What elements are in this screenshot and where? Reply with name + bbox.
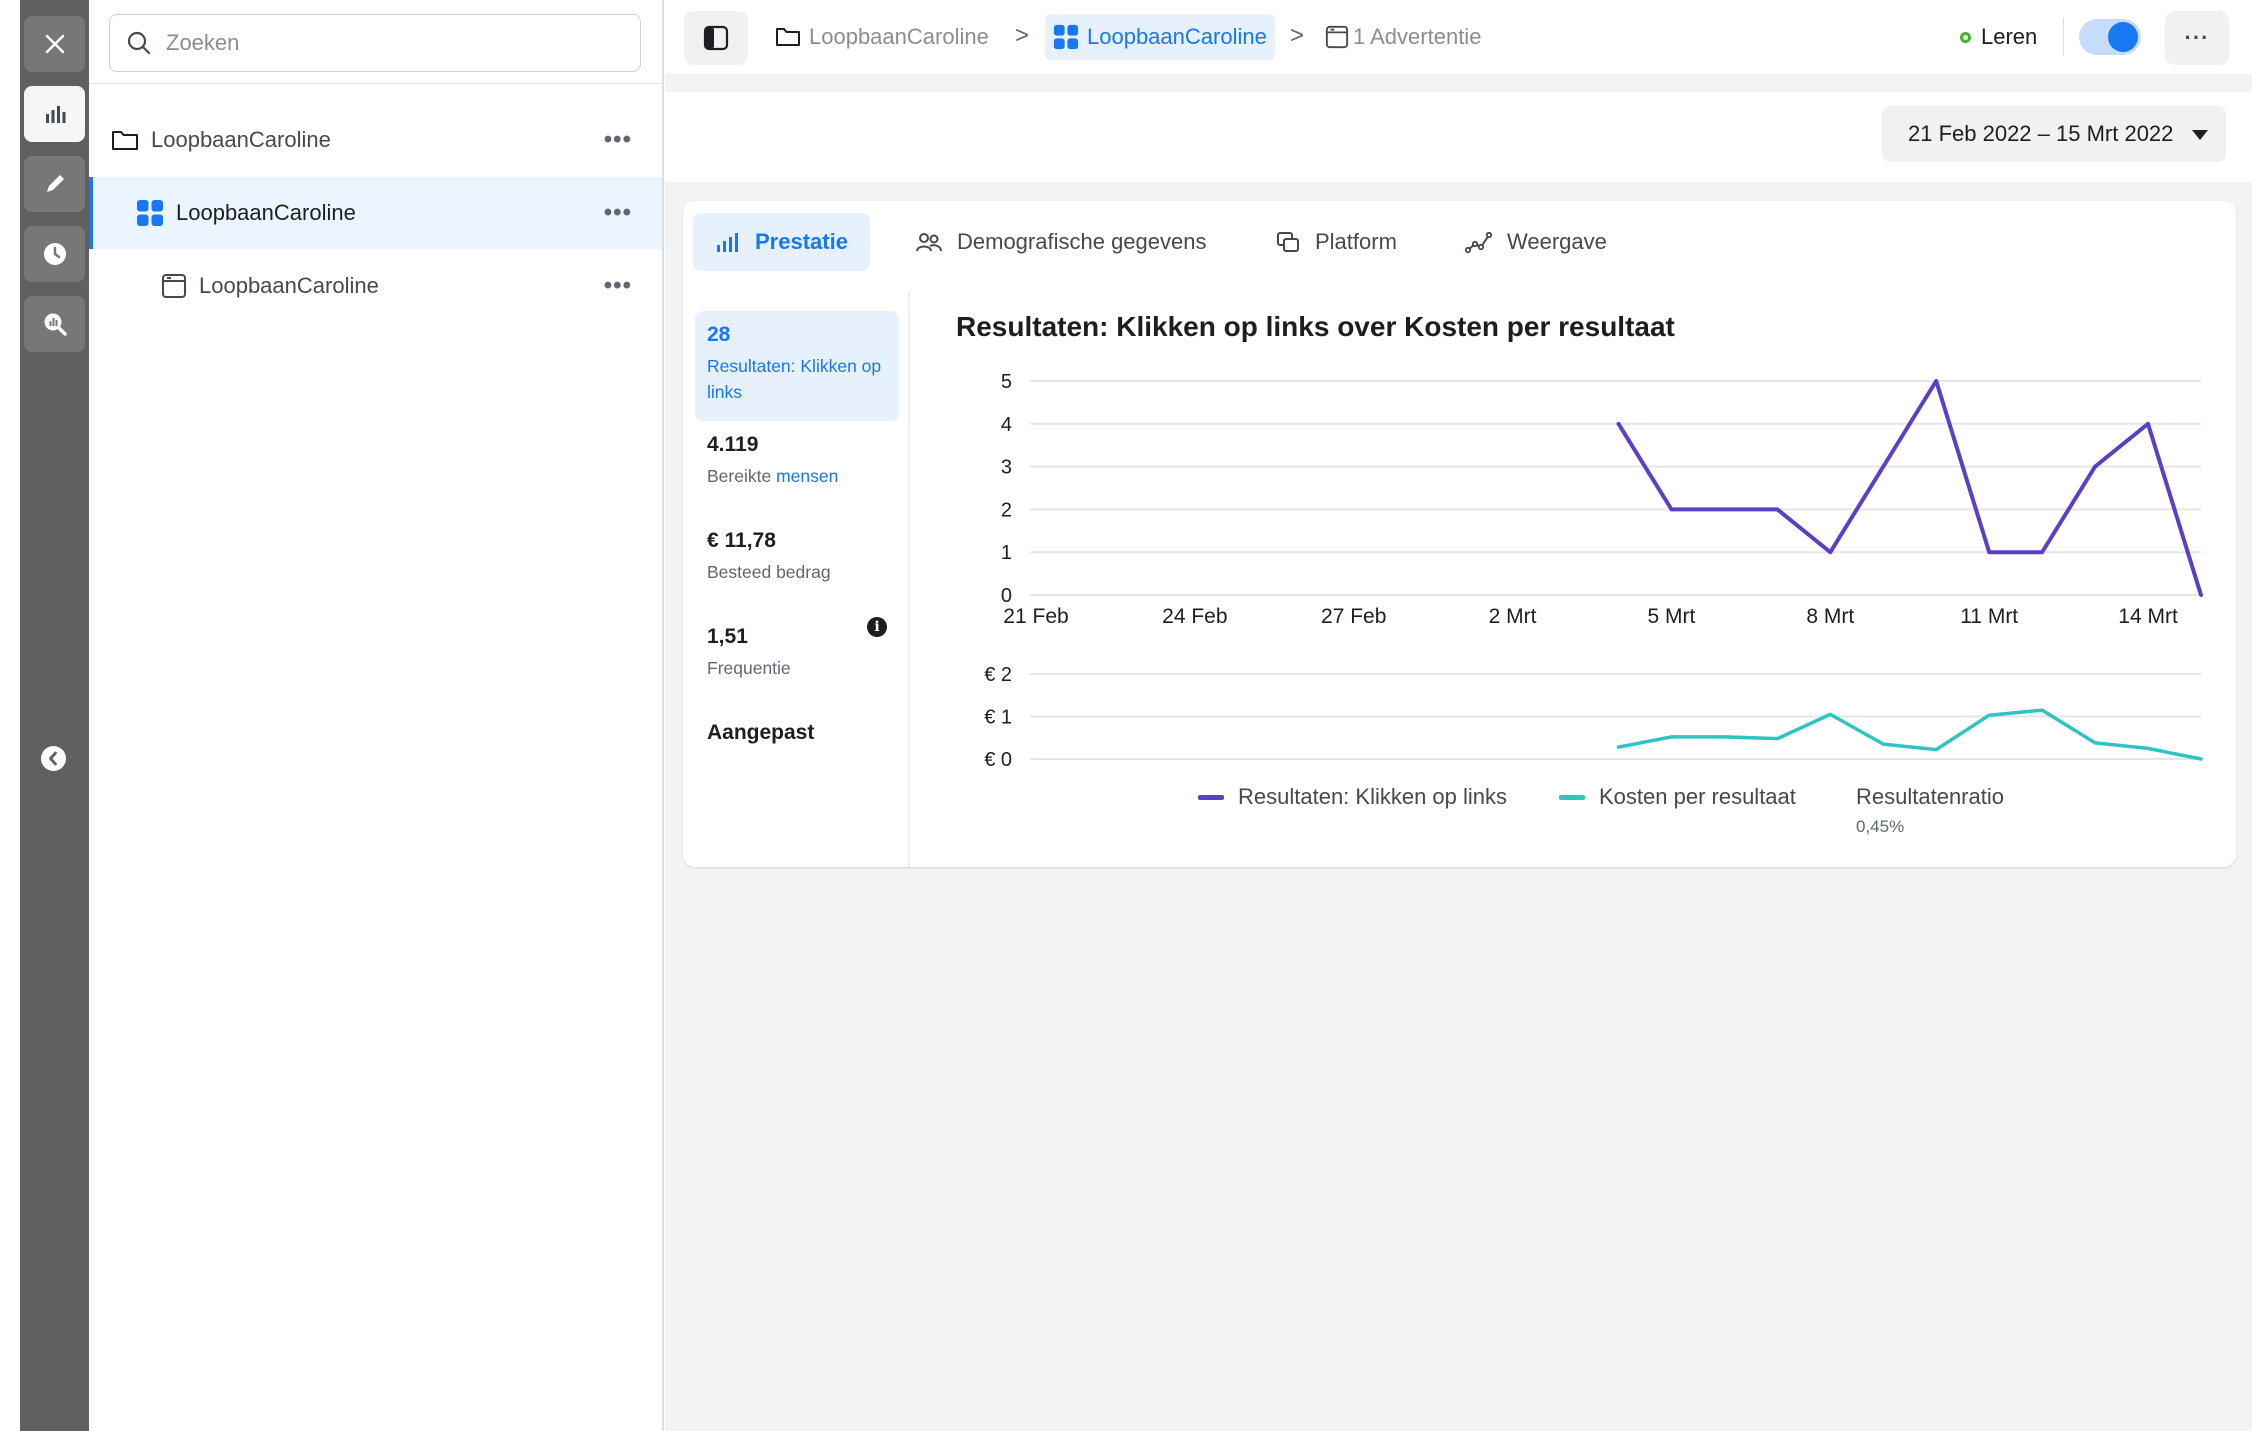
folder-icon (112, 131, 138, 150)
adset-on-off-toggle[interactable] (2079, 19, 2141, 55)
y-tick-label: 5 (1001, 371, 1012, 393)
close-icon (45, 34, 64, 54)
x-tick-label: 2 Mrt (1489, 605, 1537, 628)
folder-icon (776, 28, 800, 46)
delivery-status: Leren (1960, 24, 2037, 50)
legend-kosten[interactable]: Kosten per resultaat (1559, 784, 1796, 810)
pencil-icon (46, 175, 64, 192)
breadcrumb-campaign[interactable]: LoopbaanCaroline (775, 14, 989, 60)
date-bar: 21 Feb 2022 – 15 Mrt 2022 (665, 92, 2252, 182)
date-range-picker[interactable]: 21 Feb 2022 – 15 Mrt 2022 (1882, 106, 2226, 162)
y-tick-label: 4 (1001, 414, 1012, 436)
breadcrumb-separator: > (1290, 22, 1305, 49)
search-box[interactable] (109, 14, 641, 72)
bar-chart-icon (45, 106, 65, 123)
x-tick-label: 5 Mrt (1648, 605, 1696, 628)
divider (2063, 18, 2064, 56)
adset-grid-icon (137, 200, 163, 226)
x-tick-label: 24 Feb (1162, 605, 1227, 628)
edit-button[interactable] (24, 156, 85, 212)
more-options-icon[interactable]: ••• (604, 126, 632, 154)
x-tick-label: 11 Mrt (1960, 605, 2018, 628)
clock-icon (43, 243, 66, 265)
y-tick-label: € 1 (984, 707, 1012, 729)
top-bar: LoopbaanCaroline > LoopbaanCaroline > 1 … (665, 0, 2252, 74)
main-area: LoopbaanCaroline > LoopbaanCaroline > 1 … (665, 0, 2252, 1431)
sidebar-toggle-button[interactable] (684, 11, 748, 65)
more-options-icon[interactable]: ••• (604, 199, 632, 227)
y-tick-label: 2 (1001, 499, 1012, 521)
campaign-tree: LoopbaanCaroline ••• LoopbaanCaroline ••… (89, 0, 664, 1431)
ad-window-icon (162, 274, 186, 298)
tree-item-label: LoopbaanCaroline (176, 200, 356, 225)
caret-down-icon (2192, 130, 2208, 140)
breadcrumb-ad[interactable]: 1 Advertentie (1325, 14, 1481, 60)
divider (89, 83, 662, 84)
legend-label: Resultaten: Klikken op links (1238, 784, 1508, 809)
date-range-label: 21 Feb 2022 – 15 Mrt 2022 (1908, 121, 2174, 146)
more-options-icon: ··· (2184, 25, 2210, 50)
y-tick-label: 3 (1001, 457, 1012, 479)
status-dot-icon (1960, 31, 1971, 43)
history-button[interactable] (24, 226, 85, 282)
ratio-label: Resultatenratio (1856, 784, 2004, 809)
ratio-value: 0,45% (1856, 817, 1905, 836)
breadcrumb-adset[interactable]: LoopbaanCaroline (1045, 14, 1275, 60)
legend-swatch (1198, 794, 1224, 800)
y-tick-label: € 2 (984, 664, 1012, 686)
performance-chart: 0 1 2 3 4 5 € 0 € 1 € 2 21 Feb 24 Feb 27 Feb 2 Mrt 5 … (984, 371, 2203, 771)
reports-button[interactable] (24, 86, 85, 142)
x-tick-label: 14 Mrt (2118, 605, 2178, 628)
x-tick-label: 27 Feb (1321, 605, 1386, 628)
search-icon (127, 31, 151, 55)
y-tick-label: € 0 (984, 749, 1012, 771)
series-line (1616, 379, 2203, 597)
magnifier-chart-icon (44, 313, 67, 336)
toggle-knob (2108, 22, 2138, 52)
status-label: Leren (1981, 24, 2038, 49)
tree-item-campaign[interactable]: LoopbaanCaroline ••• (89, 104, 662, 176)
collapse-button[interactable] (40, 745, 67, 772)
tree-item-adset[interactable]: LoopbaanCaroline ••• (89, 177, 662, 249)
tree-item-label: LoopbaanCaroline (151, 127, 331, 152)
insights-card: Prestatie Demografische gegevens Platfor… (683, 201, 2236, 867)
breadcrumb-label: LoopbaanCaroline (1087, 24, 1267, 49)
x-tick-label: 21 Feb (1003, 605, 1068, 628)
x-tick-label: 8 Mrt (1806, 605, 1854, 628)
more-options-button[interactable]: ··· (2165, 11, 2229, 65)
breadcrumb-separator: > (1015, 22, 1030, 49)
search-input[interactable] (164, 29, 604, 57)
tree-item-ad[interactable]: LoopbaanCaroline ••• (89, 250, 662, 322)
y-tick-label: 1 (1001, 542, 1012, 564)
more-options-icon[interactable]: ••• (604, 272, 632, 300)
sidebar-panel-icon (703, 25, 729, 51)
y-tick-label: 0 (1001, 585, 1012, 607)
tool-rail (20, 0, 89, 1431)
legend-resultaten[interactable]: Resultaten: Klikken op links (1198, 784, 1507, 810)
ad-window-icon (1325, 25, 1349, 49)
breadcrumb-label: LoopbaanCaroline (809, 24, 989, 49)
legend-label: Kosten per resultaat (1599, 784, 1796, 809)
legend-swatch (1559, 794, 1585, 800)
tree-item-label: LoopbaanCaroline (199, 273, 379, 298)
close-button[interactable] (24, 16, 85, 72)
breadcrumb-label: 1 Advertentie (1353, 24, 1482, 49)
inspect-button[interactable] (24, 296, 85, 352)
chevron-left-circle-icon (41, 746, 66, 771)
adset-grid-icon (1053, 24, 1079, 50)
